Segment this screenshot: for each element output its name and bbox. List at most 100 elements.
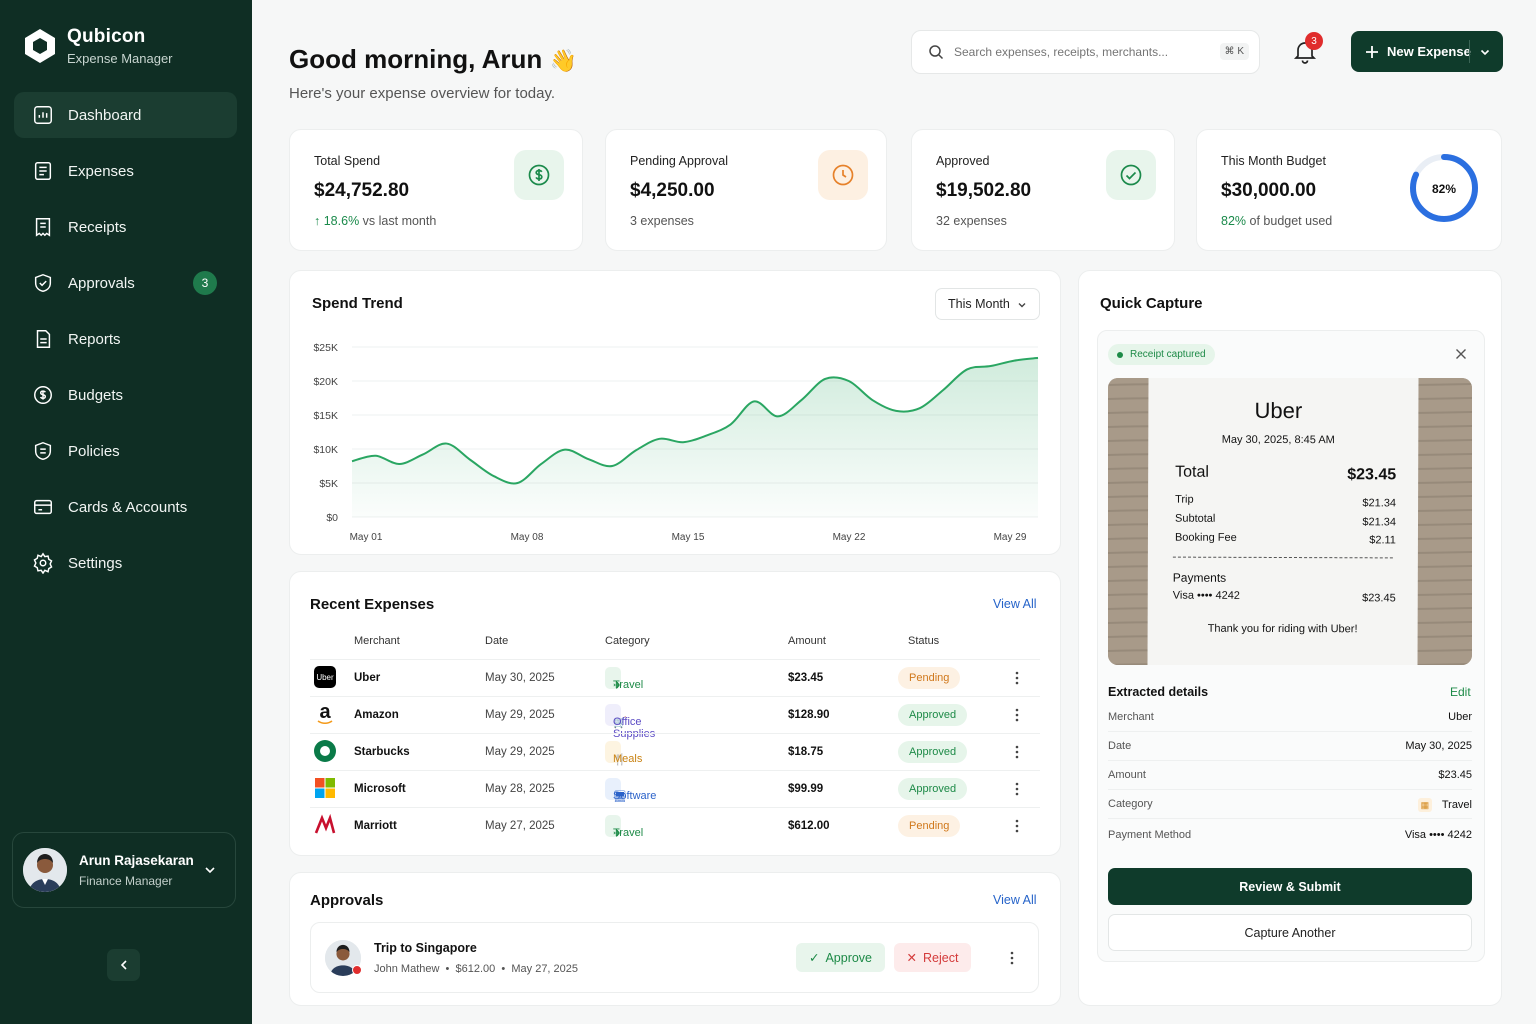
budget-icon <box>34 386 52 404</box>
shield-check-icon <box>34 273 52 293</box>
expense-amount: $23.45 <box>788 672 824 684</box>
x-tick-label: May 15 <box>672 532 705 543</box>
more-vertical-icon[interactable] <box>1015 670 1019 686</box>
budget-progress-ring: 82% <box>1410 154 1478 222</box>
approvals-title: Approvals <box>310 892 384 909</box>
chevron-left-icon <box>120 960 127 970</box>
more-vertical-icon[interactable] <box>1015 818 1019 834</box>
table-row[interactable]: Starbucks May 29, 2025 🍴 Meals $18.75 App… <box>310 733 1040 770</box>
expense-date: May 27, 2025 <box>485 820 555 832</box>
sidebar-item-expenses[interactable]: Expenses <box>14 148 237 194</box>
close-icon: ✕ <box>906 951 918 965</box>
stat-card-budget[interactable]: This Month Budget $30,000.00 82% of budg… <box>1196 129 1502 251</box>
brand-logo[interactable]: Qubicon Expense Manager <box>22 26 173 66</box>
category-tag: 🖥 Software <box>605 778 656 803</box>
quick-capture-title: Quick Capture <box>1100 295 1203 312</box>
more-vertical-icon[interactable] <box>1015 744 1019 760</box>
merchant-name: Microsoft <box>354 783 406 795</box>
receipt-paper: Uber May 30, 2025, 8:45 AM Total $23.45 … <box>1147 378 1419 665</box>
close-icon[interactable] <box>1455 348 1467 360</box>
y-tick-label: $25K <box>313 342 338 354</box>
new-expense-label: New Expense <box>1387 44 1471 59</box>
stat-value: $24,752.80 <box>314 180 410 201</box>
brand-name: Qubicon <box>67 26 146 47</box>
sidebar-item-label: Approvals <box>68 274 135 292</box>
expense-date: May 28, 2025 <box>485 783 555 795</box>
stat-sub: 3 expenses <box>630 214 694 228</box>
capture-another-button[interactable]: Capture Another <box>1108 914 1472 951</box>
reject-button[interactable]: ✕ Reject <box>894 943 971 972</box>
arrow-up-icon: ↑ <box>314 214 324 228</box>
search-shortcut: ⌘ K <box>1219 43 1249 60</box>
hexagon-logo-icon <box>25 29 55 63</box>
starbucks-logo-icon <box>314 740 336 762</box>
stat-card-pending-approval[interactable]: Pending Approval $4,250.00 3 expenses <box>605 129 887 251</box>
more-vertical-icon[interactable] <box>1010 950 1014 966</box>
stat-card-total-spend[interactable]: Total Spend $24,752.80 ↑ 18.6% vs last m… <box>289 129 583 251</box>
search-input[interactable] <box>954 45 1204 59</box>
sidebar-item-label: Dashboard <box>68 106 142 124</box>
more-vertical-icon[interactable] <box>1015 707 1019 723</box>
detail-row-amount: Amount $23.45 <box>1108 761 1472 790</box>
recent-expenses-view-all-link[interactable]: View All <box>993 597 1037 611</box>
stat-card-approved[interactable]: Approved $19,502.80 32 expenses <box>911 129 1175 251</box>
policy-icon <box>34 441 52 461</box>
table-row[interactable]: Microsoft May 28, 2025 🖥 Software $99.99 … <box>310 770 1040 807</box>
column-header-merchant[interactable]: Merchant <box>354 635 400 647</box>
more-vertical-icon[interactable] <box>1015 781 1019 797</box>
column-header-category[interactable]: Category <box>605 635 650 647</box>
stat-value: $30,000.00 <box>1221 180 1317 201</box>
spend-trend-card: Spend Trend This Month $25K $20K $15K $10K $… <box>289 270 1061 555</box>
sidebar-item-reports[interactable]: Reports <box>14 316 237 362</box>
edit-details-link[interactable]: Edit <box>1450 685 1471 699</box>
dollar-icon <box>514 150 564 200</box>
merchant-name: Amazon <box>354 709 399 721</box>
new-expense-button[interactable]: New Expense <box>1351 31 1503 72</box>
check-circle-icon <box>1106 150 1156 200</box>
trend-area <box>352 357 1038 517</box>
table-row[interactable]: Uber Uber May 30, 2025 ✈ Travel $23.45 Pe… <box>310 659 1040 696</box>
y-tick-label: $20K <box>313 376 338 388</box>
approval-title: Trip to Singapore <box>374 941 477 955</box>
avatar <box>23 848 67 892</box>
sidebar-item-cards-accounts[interactable]: Cards & Accounts <box>14 484 237 530</box>
detail-row-payment-method: Payment Method Visa •••• 4242 <box>1108 829 1472 841</box>
column-header-amount[interactable]: Amount <box>788 635 826 647</box>
marriott-logo-icon <box>314 814 336 834</box>
chevron-down-icon[interactable] <box>203 863 217 877</box>
x-tick-label: May 22 <box>833 532 866 543</box>
column-header-status[interactable]: Status <box>908 635 939 647</box>
sidebar-item-budgets[interactable]: Budgets <box>14 372 237 418</box>
sidebar-item-label: Budgets <box>68 386 124 404</box>
detail-row-merchant: Merchant Uber <box>1108 703 1472 732</box>
detail-row-date: Date May 30, 2025 <box>1108 732 1472 761</box>
expense-date: May 30, 2025 <box>485 672 555 684</box>
sidebar-item-policies[interactable]: Policies <box>14 428 237 474</box>
sidebar-item-label: Reports <box>68 330 121 348</box>
search-bar[interactable]: ⌘ K <box>911 30 1260 74</box>
column-header-date[interactable]: Date <box>485 635 508 647</box>
detail-row-category: Category ▦ Travel <box>1108 790 1472 819</box>
sidebar-item-settings[interactable]: Settings <box>14 540 237 586</box>
brand-subtitle: Expense Manager <box>67 51 173 66</box>
hotel-icon: ▦ <box>1417 798 1432 812</box>
sidebar-item-approvals[interactable]: Approvals 3 <box>14 260 237 306</box>
table-row[interactable]: a Amazon May 29, 2025 🛒 Office Supplies $… <box>310 696 1040 740</box>
approve-button[interactable]: ✓ Approve <box>796 943 885 972</box>
sidebar-item-receipts[interactable]: Receipts <box>14 204 237 250</box>
approvals-view-all-link[interactable]: View All <box>993 893 1037 907</box>
sidebar-item-label: Policies <box>68 442 120 460</box>
user-profile-menu[interactable]: Arun Rajasekaran Finance Manager <box>12 832 236 908</box>
sidebar-item-dashboard[interactable]: Dashboard <box>14 92 237 138</box>
collapse-sidebar-button[interactable] <box>107 949 140 981</box>
receipt-total-label: Total <box>1175 463 1210 481</box>
approval-item[interactable]: Trip to Singapore John Mathew • $612.00 … <box>310 922 1039 993</box>
receipt-captured-badge: Receipt captured <box>1108 344 1215 365</box>
sidebar: Qubicon Expense Manager Dashboard Expens… <box>0 0 252 1024</box>
review-submit-button[interactable]: Review & Submit <box>1108 868 1472 905</box>
amazon-logo-icon: a <box>317 701 333 725</box>
chevron-down-icon[interactable] <box>1479 46 1491 58</box>
stat-sub: 82% of budget used <box>1221 214 1333 228</box>
x-tick-label: May 01 <box>350 532 383 543</box>
table-row[interactable]: Marriott May 27, 2025 ✈ Travel $612.00 Pe… <box>310 807 1040 844</box>
